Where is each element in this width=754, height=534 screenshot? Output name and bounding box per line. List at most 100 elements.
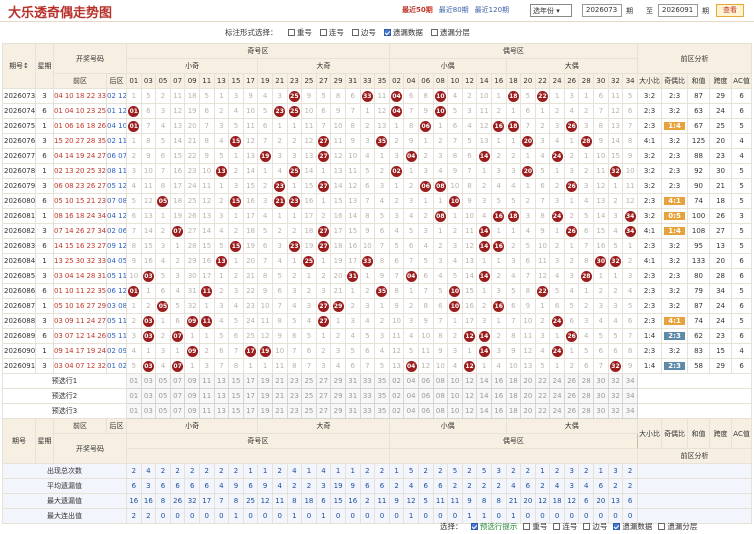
preselect-even-cell[interactable]: 20 <box>520 388 536 404</box>
preselect-odd-cell[interactable]: 35 <box>374 388 390 404</box>
footer-checkbox-5[interactable] <box>613 523 621 530</box>
preselect-odd-cell[interactable]: 19 <box>257 403 273 419</box>
preselect-even-cell[interactable]: 14 <box>476 388 492 404</box>
preselect-odd-cell[interactable]: 09 <box>184 403 200 419</box>
footer-option-3[interactable]: 连号 <box>553 522 577 531</box>
preselect-odd-cell[interactable]: 05 <box>155 403 171 419</box>
preselect-odd-cell[interactable]: 07 <box>169 388 186 404</box>
preselect-odd-cell[interactable]: 35 <box>374 403 390 419</box>
preselect-odd-cell[interactable]: 11 <box>198 388 215 404</box>
preselect-odd-cell[interactable]: 29 <box>330 388 346 404</box>
preselect-even-cell[interactable]: 04 <box>403 403 419 419</box>
preselect-odd-cell[interactable]: 25 <box>301 373 317 389</box>
preselect-even-cell[interactable]: 14 <box>476 403 492 419</box>
preselect-odd-cell[interactable]: 35 <box>374 373 390 389</box>
preselect-even-cell[interactable]: 22 <box>534 403 551 419</box>
preselect-odd-cell[interactable]: 05 <box>155 388 171 404</box>
preselect-odd-cell[interactable]: 15 <box>228 403 244 419</box>
preselect-even-cell[interactable]: 32 <box>607 388 624 404</box>
preselect-odd-cell[interactable]: 27 <box>315 403 332 419</box>
range-link-2[interactable]: 最近80期 <box>439 6 469 14</box>
preselect-even-cell[interactable]: 06 <box>417 403 434 419</box>
preselect-even-cell[interactable]: 26 <box>563 373 580 389</box>
footer-checkbox-2[interactable] <box>523 523 531 530</box>
preselect-odd-cell[interactable]: 33 <box>359 403 376 419</box>
preselect-odd-cell[interactable]: 09 <box>184 388 200 404</box>
preselect-even-cell[interactable]: 34 <box>622 403 639 419</box>
mark-option-4[interactable]: 遗漏数据 <box>383 28 423 37</box>
preselect-odd-cell[interactable]: 21 <box>271 403 288 419</box>
preselect-even-cell[interactable]: 10 <box>447 403 463 419</box>
preselect-odd-cell[interactable]: 13 <box>213 388 230 404</box>
preselect-odd-cell[interactable]: 33 <box>359 373 376 389</box>
year-select[interactable]: 选年份 ▾ <box>530 4 572 17</box>
preselect-odd-cell[interactable]: 11 <box>198 403 215 419</box>
mark-option-1[interactable]: 重号 <box>287 28 312 37</box>
preselect-even-cell[interactable]: 30 <box>593 388 609 404</box>
mark-checkbox-5[interactable] <box>430 29 438 36</box>
preselect-even-cell[interactable]: 26 <box>563 403 580 419</box>
footer-option-2[interactable]: 重号 <box>523 522 547 531</box>
preselect-odd-cell[interactable]: 23 <box>286 388 303 404</box>
preselect-odd-cell[interactable]: 17 <box>242 403 259 419</box>
preselect-odd-cell[interactable]: 05 <box>155 373 171 389</box>
issue-header[interactable]: 期号↕ <box>2 43 36 89</box>
preselect-even-cell[interactable]: 08 <box>432 388 449 404</box>
preselect-odd-cell[interactable]: 31 <box>344 388 361 404</box>
preselect-even-cell[interactable]: 28 <box>578 373 595 389</box>
footer-checkbox-1[interactable] <box>470 523 478 530</box>
footer-option-6[interactable]: 遗漏分层 <box>658 522 697 531</box>
preselect-odd-cell[interactable]: 23 <box>286 373 303 389</box>
preselect-even-cell[interactable]: 30 <box>593 403 609 419</box>
preselect-odd-cell[interactable]: 21 <box>271 388 288 404</box>
mark-checkbox-4[interactable] <box>383 29 391 36</box>
range-link-1[interactable]: 最近50期 <box>402 6 433 14</box>
preselect-even-cell[interactable]: 18 <box>505 373 522 389</box>
preselect-even-cell[interactable]: 02 <box>388 403 405 419</box>
mark-option-5[interactable]: 遗漏分层 <box>430 28 470 37</box>
preselect-odd-cell[interactable]: 25 <box>301 403 317 419</box>
preselect-even-cell[interactable]: 12 <box>461 373 478 389</box>
preselect-odd-cell[interactable]: 01 <box>126 403 142 419</box>
preselect-even-cell[interactable]: 34 <box>622 373 639 389</box>
preselect-odd-cell[interactable]: 25 <box>301 388 317 404</box>
preselect-odd-cell[interactable]: 27 <box>315 373 332 389</box>
preselect-even-cell[interactable]: 34 <box>622 388 639 404</box>
preselect-even-cell[interactable]: 18 <box>505 388 522 404</box>
mark-checkbox-3[interactable] <box>351 29 359 36</box>
preselect-even-cell[interactable]: 14 <box>476 373 492 389</box>
preselect-odd-cell[interactable]: 17 <box>242 373 259 389</box>
preselect-odd-cell[interactable]: 29 <box>330 403 346 419</box>
preselect-even-cell[interactable]: 12 <box>461 403 478 419</box>
query-button[interactable]: 查看 <box>716 4 744 17</box>
preselect-odd-cell[interactable]: 19 <box>257 373 273 389</box>
preselect-even-cell[interactable]: 10 <box>447 373 463 389</box>
preselect-even-cell[interactable]: 04 <box>403 388 419 404</box>
mark-option-2[interactable]: 连号 <box>319 28 344 37</box>
preselect-odd-cell[interactable]: 09 <box>184 373 200 389</box>
preselect-odd-cell[interactable]: 27 <box>315 388 332 404</box>
preselect-even-cell[interactable]: 06 <box>417 388 434 404</box>
preselect-even-cell[interactable]: 24 <box>549 373 565 389</box>
issue-from-input[interactable]: 2026073 <box>582 4 622 17</box>
preselect-even-cell[interactable]: 18 <box>505 403 522 419</box>
preselect-even-cell[interactable]: 28 <box>578 403 595 419</box>
preselect-odd-cell[interactable]: 07 <box>169 403 186 419</box>
preselect-odd-cell[interactable]: 31 <box>344 403 361 419</box>
footer-option-1[interactable]: 预选行提示 <box>470 522 517 531</box>
preselect-odd-cell[interactable]: 31 <box>344 373 361 389</box>
preselect-even-cell[interactable]: 16 <box>490 373 507 389</box>
preselect-even-cell[interactable]: 26 <box>563 388 580 404</box>
preselect-odd-cell[interactable]: 15 <box>228 388 244 404</box>
preselect-odd-cell[interactable]: 17 <box>242 388 259 404</box>
preselect-odd-cell[interactable]: 13 <box>213 403 230 419</box>
preselect-odd-cell[interactable]: 21 <box>271 373 288 389</box>
footer-checkbox-3[interactable] <box>553 523 561 530</box>
preselect-odd-cell[interactable]: 19 <box>257 388 273 404</box>
footer-checkbox-6[interactable] <box>658 523 666 530</box>
preselect-even-cell[interactable]: 06 <box>417 373 434 389</box>
preselect-odd-cell[interactable]: 11 <box>198 373 215 389</box>
range-link-3[interactable]: 最近120期 <box>475 6 509 14</box>
preselect-even-cell[interactable]: 30 <box>593 373 609 389</box>
footer-option-5[interactable]: 遗漏数据 <box>613 522 652 531</box>
